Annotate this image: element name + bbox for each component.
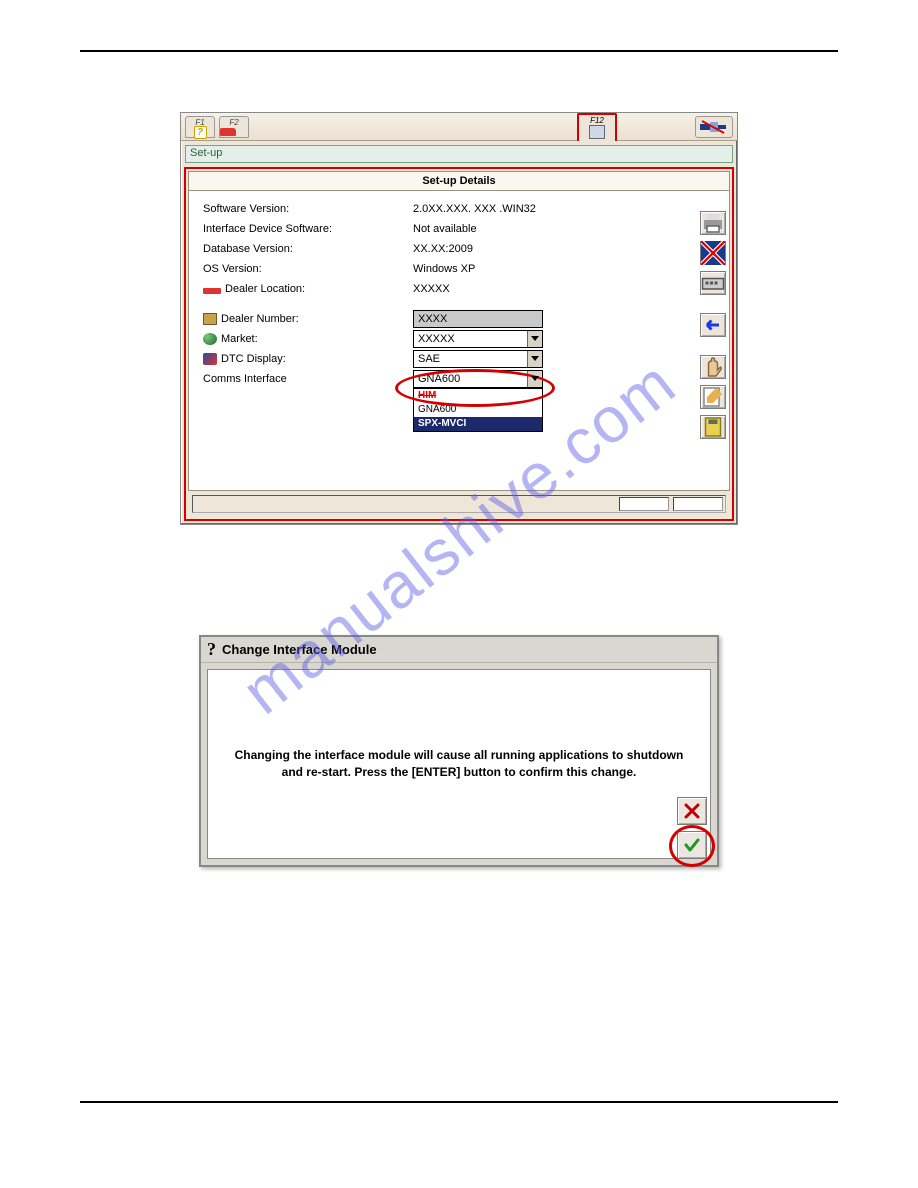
label-database-version: Database Version: bbox=[203, 239, 413, 259]
arrow-left-icon bbox=[701, 313, 725, 337]
value-database-version: XX.XX:2009 bbox=[413, 239, 715, 259]
label-software-version: Software Version: bbox=[203, 199, 413, 219]
tab-f2[interactable]: F2 bbox=[219, 116, 249, 138]
dealer-number-input[interactable]: XXXX bbox=[413, 310, 543, 328]
top-horizontal-rule bbox=[80, 50, 838, 52]
keyboard-button[interactable] bbox=[700, 271, 726, 295]
comms-option-him[interactable]: HIM bbox=[414, 389, 542, 403]
change-interface-dialog: ? Change Interface Module Changing the i… bbox=[199, 635, 719, 867]
label-dealer-number: Dealer Number: bbox=[221, 309, 299, 329]
check-icon bbox=[683, 836, 701, 854]
label-dealer-location: Dealer Location: bbox=[225, 279, 305, 299]
cancel-button[interactable] bbox=[677, 797, 707, 825]
cross-icon bbox=[683, 802, 701, 820]
status-bar bbox=[192, 495, 726, 513]
help-icon: ? bbox=[194, 126, 207, 139]
comms-option-gna600[interactable]: GNA600 bbox=[414, 403, 542, 417]
chevron-down-icon bbox=[531, 336, 539, 341]
comms-dropdown-list: HIM GNA600 SPX-MVCI bbox=[413, 388, 543, 432]
value-os-version: Windows XP bbox=[413, 259, 715, 279]
honda-icon bbox=[203, 288, 221, 294]
disk-button[interactable] bbox=[700, 415, 726, 439]
tab-f12-label: F12 bbox=[590, 116, 604, 125]
dtc-icon bbox=[203, 353, 217, 365]
plug-icon bbox=[700, 119, 728, 135]
connection-button[interactable] bbox=[695, 116, 733, 138]
dialog-title-text: Change Interface Module bbox=[222, 642, 377, 657]
value-dealer-location: XXXXX bbox=[413, 279, 715, 299]
status-cell-2 bbox=[673, 497, 723, 511]
confirm-button[interactable] bbox=[677, 831, 707, 859]
dtc-display-dropdown[interactable]: SAE bbox=[413, 350, 543, 368]
dialog-body: Changing the interface module will cause… bbox=[207, 669, 711, 859]
printer-icon bbox=[701, 211, 725, 235]
label-market: Market: bbox=[221, 329, 258, 349]
comms-interface-dropdown[interactable]: GNA600 HIM GNA600 SPX-MVCI bbox=[413, 370, 543, 388]
label-comms-interface: Comms Interface bbox=[203, 369, 413, 389]
panel-title: Set-up Details bbox=[189, 172, 729, 191]
chevron-down-icon bbox=[531, 376, 539, 381]
label-interface-device: Interface Device Software: bbox=[203, 219, 413, 239]
question-icon: ? bbox=[207, 639, 216, 660]
hand-icon bbox=[701, 355, 725, 379]
tab-f1[interactable]: F1 ? bbox=[185, 116, 215, 138]
pencil-icon bbox=[701, 385, 725, 409]
disk-icon bbox=[701, 415, 725, 439]
hand-button[interactable] bbox=[700, 355, 726, 379]
value-software-version: 2.0XX.XXX. XXX .WIN32 bbox=[413, 199, 715, 219]
chevron-down-icon bbox=[531, 356, 539, 361]
setup-tab-label: Set-up bbox=[185, 145, 733, 163]
page-icon bbox=[589, 125, 605, 139]
setup-window: F1 ? F2 F12 Set-up bbox=[180, 112, 738, 525]
side-toolbar bbox=[700, 211, 726, 439]
dealer-icon bbox=[203, 313, 217, 325]
dialog-titlebar: ? Change Interface Module bbox=[201, 637, 717, 663]
status-cell-1 bbox=[619, 497, 669, 511]
back-button[interactable] bbox=[700, 313, 726, 337]
print-button[interactable] bbox=[700, 211, 726, 235]
bottom-horizontal-rule bbox=[80, 1101, 838, 1103]
setup-details-panel: Set-up Details Software Version: Interfa… bbox=[188, 171, 730, 491]
car-icon bbox=[220, 128, 236, 136]
label-dtc-display: DTC Display: bbox=[221, 349, 286, 369]
market-value: XXXXX bbox=[418, 333, 455, 345]
market-dropdown[interactable]: XXXXX bbox=[413, 330, 543, 348]
keyboard-icon bbox=[701, 271, 725, 295]
tab-f12[interactable]: F12 bbox=[577, 113, 617, 141]
dtc-value: SAE bbox=[418, 353, 440, 365]
language-button[interactable] bbox=[700, 241, 726, 265]
app-toolbar: F1 ? F2 F12 bbox=[181, 113, 737, 141]
dialog-message: Changing the interface module will cause… bbox=[226, 747, 692, 781]
comms-value: GNA600 bbox=[418, 373, 460, 385]
label-os-version: OS Version: bbox=[203, 259, 413, 279]
edit-button[interactable] bbox=[700, 385, 726, 409]
value-interface-device: Not available bbox=[413, 219, 715, 239]
tab-f2-label: F2 bbox=[229, 118, 238, 127]
globe-icon bbox=[203, 333, 217, 345]
flag-icon bbox=[701, 241, 725, 265]
comms-option-spx-mvci[interactable]: SPX-MVCI bbox=[414, 417, 542, 431]
highlighted-frame: Set-up Details Software Version: Interfa… bbox=[184, 167, 734, 521]
